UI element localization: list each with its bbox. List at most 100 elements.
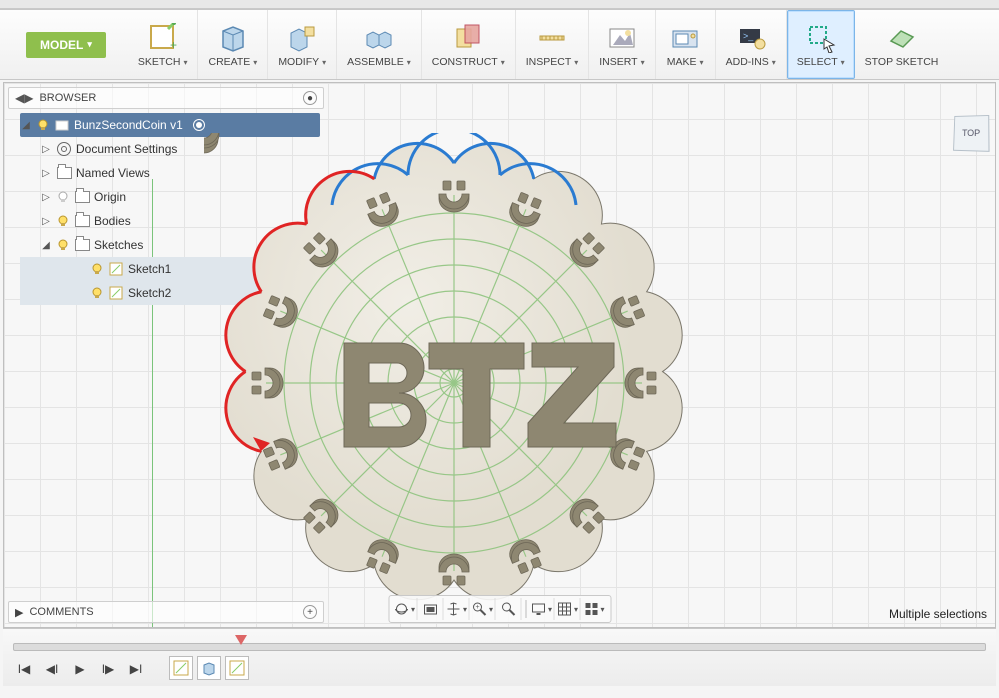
component-icon bbox=[54, 117, 70, 133]
timeline-play-button[interactable]: ▶ bbox=[69, 658, 91, 680]
chevron-left-icon[interactable]: ◀▶ bbox=[15, 91, 33, 105]
modeling-canvas[interactable]: ◀▶ BROWSER ● ◢ BunzSecondCoin v1 ▷ Docum… bbox=[3, 82, 996, 628]
expand-icon[interactable]: ▷ bbox=[40, 168, 52, 179]
bulb-icon[interactable] bbox=[56, 238, 70, 252]
dropdown-icon bbox=[182, 56, 187, 68]
dropdown-icon bbox=[771, 56, 776, 68]
expand-icon[interactable]: ▷ bbox=[40, 216, 52, 227]
chevron-right-icon[interactable]: ▶ bbox=[15, 606, 23, 619]
ribbon-label-create: CREATE bbox=[208, 56, 250, 68]
expand-icon[interactable]: ▷ bbox=[40, 144, 52, 155]
sketch-icon bbox=[108, 261, 124, 277]
construct-icon bbox=[452, 22, 484, 54]
ribbon-label-inspect: INSPECT bbox=[526, 56, 572, 68]
look-at-button[interactable] bbox=[419, 598, 443, 620]
dropdown-icon bbox=[698, 56, 703, 68]
dropdown-icon bbox=[840, 56, 845, 68]
viewcube-face-label: TOP bbox=[962, 128, 980, 138]
bulb-icon[interactable] bbox=[36, 118, 50, 132]
modify-icon bbox=[286, 22, 318, 54]
ribbon-group-assemble[interactable]: ASSEMBLE bbox=[337, 10, 422, 79]
folder-icon bbox=[56, 165, 72, 181]
orbit-button[interactable] bbox=[393, 598, 417, 620]
dropdown-icon bbox=[640, 56, 645, 68]
workspace-mode-label: MODEL bbox=[40, 38, 83, 52]
browser-panel-header[interactable]: ◀▶ BROWSER ● bbox=[8, 87, 324, 109]
stop-sketch-icon bbox=[886, 22, 918, 54]
active-component-radio[interactable] bbox=[193, 119, 205, 131]
bulb-icon[interactable] bbox=[56, 214, 70, 228]
comments-panel-header[interactable]: ▶ COMMENTS + bbox=[8, 601, 324, 623]
tree-label: Sketches bbox=[94, 238, 143, 252]
ribbon-toolbar: MODEL + SKETCH CREATE MODIFY ASSEMBLE CO… bbox=[0, 9, 999, 80]
fit-button[interactable] bbox=[497, 598, 521, 620]
timeline-next-button[interactable]: I▶ bbox=[97, 658, 119, 680]
zoom-button[interactable]: + bbox=[471, 598, 495, 620]
ribbon-label-modify: MODIFY bbox=[278, 56, 319, 68]
timeline-features bbox=[169, 656, 249, 680]
folder-icon bbox=[74, 213, 90, 229]
ribbon-group-insert[interactable]: INSERT bbox=[589, 10, 655, 79]
ribbon-group-inspect[interactable]: INSPECT bbox=[516, 10, 590, 79]
sketch-icon: + bbox=[147, 22, 179, 54]
create-icon bbox=[217, 22, 249, 54]
ribbon-group-select[interactable]: SELECT bbox=[787, 10, 855, 79]
workspace-switcher-button[interactable]: MODEL bbox=[26, 32, 106, 58]
sketch-icon bbox=[108, 285, 124, 301]
add-comment-icon[interactable]: + bbox=[303, 605, 317, 619]
timeline-feature-sketch1[interactable] bbox=[169, 656, 193, 680]
dropdown-icon bbox=[252, 56, 257, 68]
ribbon-label-make: MAKE bbox=[667, 56, 697, 68]
dropdown-icon bbox=[500, 56, 505, 68]
folder-icon bbox=[74, 237, 90, 253]
timeline-last-button[interactable]: ▶I bbox=[125, 658, 147, 680]
tree-label: Named Views bbox=[76, 166, 150, 180]
dropdown-icon bbox=[406, 56, 411, 68]
dropdown-icon bbox=[321, 56, 326, 68]
assemble-icon bbox=[363, 22, 395, 54]
bulb-icon[interactable] bbox=[90, 286, 104, 300]
document-tab-strip bbox=[0, 0, 999, 9]
ribbon-group-create[interactable]: CREATE bbox=[198, 10, 268, 79]
ribbon-group-addins[interactable]: >_ ADD-INS bbox=[716, 10, 787, 79]
timeline-first-button[interactable]: I◀ bbox=[13, 658, 35, 680]
ribbon-group-make[interactable]: MAKE bbox=[656, 10, 716, 79]
tree-label: Bodies bbox=[94, 214, 131, 228]
ribbon-label-addins: ADD-INS bbox=[726, 56, 769, 68]
ribbon-label-insert: INSERT bbox=[599, 56, 637, 68]
display-settings-button[interactable] bbox=[530, 598, 554, 620]
bulb-icon[interactable] bbox=[90, 262, 104, 276]
ribbon-group-modify[interactable]: MODIFY bbox=[268, 10, 337, 79]
folder-icon bbox=[74, 189, 90, 205]
bulb-icon[interactable] bbox=[56, 190, 70, 204]
insert-icon bbox=[606, 22, 638, 54]
pan-button[interactable] bbox=[445, 598, 469, 620]
viewcube-face[interactable]: TOP bbox=[953, 115, 990, 152]
ribbon-group-construct[interactable]: CONSTRUCT bbox=[422, 10, 516, 79]
ribbon-label-sketch: SKETCH bbox=[138, 56, 181, 68]
timeline-feature-sketch2[interactable] bbox=[225, 656, 249, 680]
navigation-toolbar: + bbox=[388, 595, 611, 623]
expand-icon[interactable]: ▷ bbox=[40, 192, 52, 203]
model-body-coin[interactable] bbox=[204, 133, 704, 628]
select-icon bbox=[805, 22, 837, 54]
browser-panel-title: BROWSER bbox=[39, 92, 96, 104]
tree-label: Sketch2 bbox=[128, 286, 171, 300]
ribbon-group-sketch[interactable]: + SKETCH bbox=[128, 10, 199, 79]
timeline-feature-extrude[interactable] bbox=[197, 656, 221, 680]
separator bbox=[525, 600, 526, 618]
collapse-icon[interactable]: ◢ bbox=[20, 120, 32, 131]
ribbon-label-assemble: ASSEMBLE bbox=[347, 56, 404, 68]
grid-settings-button[interactable] bbox=[556, 598, 580, 620]
tree-root-label: BunzSecondCoin v1 bbox=[74, 118, 183, 132]
viewport-layout-button[interactable] bbox=[582, 598, 606, 620]
collapse-icon[interactable]: ◢ bbox=[40, 240, 52, 251]
ribbon-label-stop-sketch: STOP SKETCH bbox=[865, 56, 939, 68]
timeline-prev-button[interactable]: ◀I bbox=[41, 658, 63, 680]
svg-text:>_: >_ bbox=[743, 31, 754, 41]
svg-text:+: + bbox=[170, 38, 177, 52]
browser-options-icon[interactable]: ● bbox=[303, 91, 317, 105]
ribbon-group-stop-sketch[interactable]: STOP SKETCH bbox=[855, 10, 949, 79]
timeline-playhead[interactable] bbox=[235, 635, 247, 645]
viewcube[interactable]: TOP bbox=[945, 95, 995, 155]
